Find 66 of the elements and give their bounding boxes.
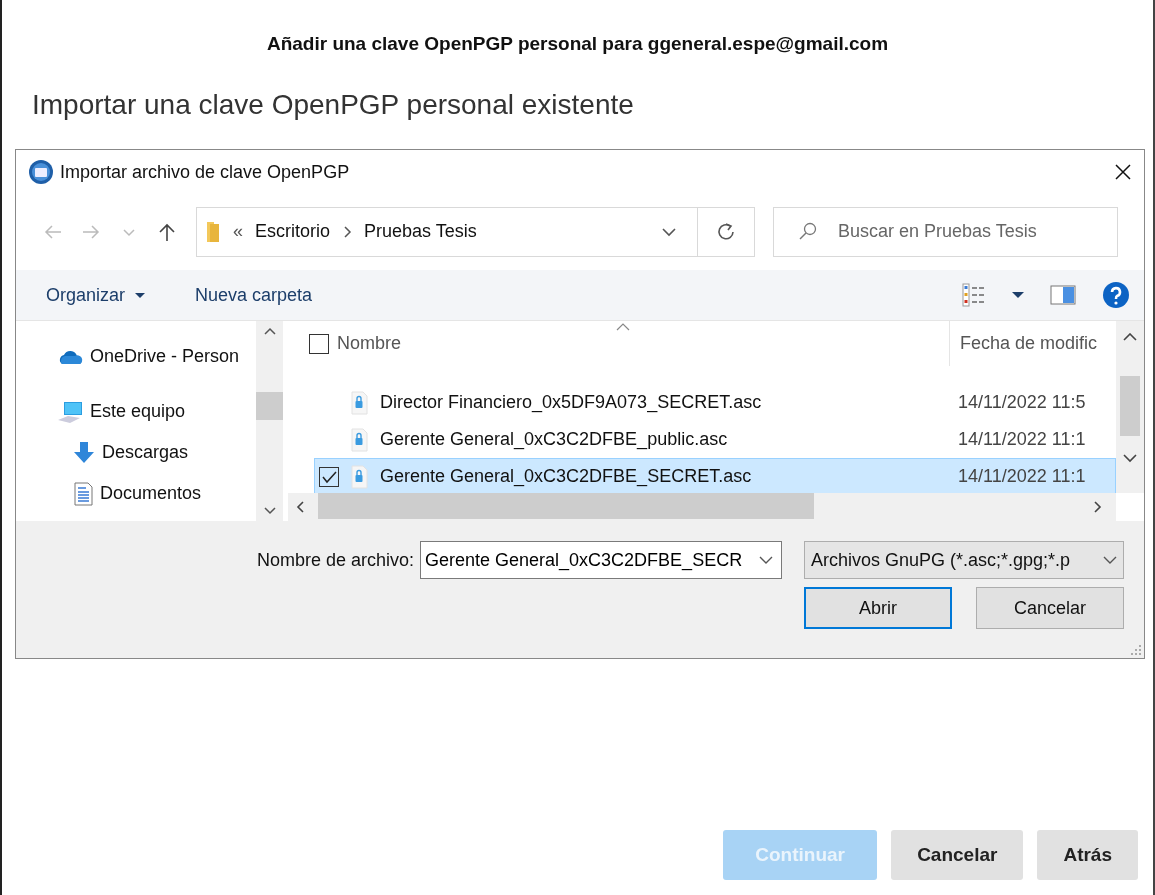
organize-menu[interactable]: Organizar: [46, 280, 126, 310]
key-file-icon: [351, 427, 368, 452]
sidebar-item[interactable]: Documentos: [100, 483, 202, 504]
document-icon: [72, 481, 94, 506]
scrollbar-thumb[interactable]: [318, 493, 814, 519]
column-header[interactable]: Nombre: [337, 333, 402, 354]
file-row[interactable]: Gerente General_0xC3C2DFBE_public.asc 14/11/2022 11:1: [314, 421, 1116, 458]
field-label: Nombre de archivo:: [256, 549, 414, 571]
app-logo-icon: [28, 159, 54, 185]
preview-pane-icon[interactable]: [1050, 285, 1076, 305]
breadcrumb-item[interactable]: Pruebas Tesis: [364, 221, 477, 242]
cancel-button[interactable]: Cancelar: [976, 587, 1124, 629]
file-row[interactable]: Gerente General_0xC3C2DFBE_SECRET.asc 14/11/2022 11:1: [314, 458, 1116, 493]
scroll-left-icon[interactable]: [296, 501, 305, 513]
dropdown-caret-icon[interactable]: [1012, 292, 1024, 298]
scrollbar-thumb[interactable]: [1120, 376, 1140, 436]
sidebar-item[interactable]: Este equipo: [90, 401, 186, 422]
window-title: Añadir una clave OpenPGP personal para ggeneral.espe@gmail.com: [265, 32, 890, 55]
chevron-right-icon: [342, 224, 353, 239]
scrollbar-thumb[interactable]: [256, 392, 283, 420]
view-list-icon[interactable]: [962, 283, 986, 307]
scroll-down-icon[interactable]: [1123, 454, 1137, 463]
scroll-right-icon[interactable]: [1093, 501, 1102, 513]
resize-grip-icon[interactable]: [1129, 645, 1141, 655]
scroll-down-icon[interactable]: [263, 506, 276, 515]
download-arrow-icon: [72, 440, 96, 465]
close-icon[interactable]: [1114, 163, 1132, 181]
dropdown-icon: [1103, 556, 1117, 564]
breadcrumb-item[interactable]: Escritorio: [255, 221, 331, 242]
scroll-up-icon[interactable]: [263, 327, 276, 336]
page-heading: Importar una clave OpenPGP personal existente: [32, 89, 635, 122]
dialog-title: Importar archivo de clave OpenPGP: [60, 161, 350, 183]
file-name-field[interactable]: Gerente General_0xC3C2DFBE_SECR: [420, 541, 782, 579]
new-folder-button[interactable]: Nueva carpeta: [195, 280, 313, 310]
column-header[interactable]: Fecha de modific: [960, 333, 1098, 354]
file-name-input[interactable]: Gerente General_0xC3C2DFBE_SECR: [425, 549, 750, 571]
file-date: 14/11/2022 11:1: [958, 429, 1086, 450]
dropdown-caret-icon[interactable]: [135, 292, 146, 298]
file-name: Gerente General_0xC3C2DFBE_public.asc: [380, 429, 728, 450]
up-arrow-icon[interactable]: [157, 221, 177, 242]
search-input[interactable]: Buscar en Pruebas Tesis: [836, 220, 1110, 243]
file-date: 14/11/2022 11:1: [958, 466, 1086, 487]
overflow-chevrons[interactable]: «: [233, 221, 243, 242]
key-file-icon: [351, 390, 368, 415]
back-button[interactable]: Atrás: [1037, 830, 1138, 880]
open-button[interactable]: Abrir: [804, 587, 952, 629]
search-field[interactable]: Buscar en Pruebas Tesis: [773, 206, 1118, 257]
refresh-icon[interactable]: [716, 221, 736, 242]
key-file-icon: [351, 464, 368, 489]
row-checkbox[interactable]: [319, 466, 339, 487]
cancel-button[interactable]: Cancelar: [891, 830, 1024, 880]
folder-icon: [205, 219, 221, 244]
computer-icon: [56, 399, 84, 424]
sidebar-item[interactable]: OneDrive - Person: [90, 346, 240, 367]
file-type-dropdown[interactable]: Archivos GnuPG (*.asc;*.gpg;*.p: [804, 541, 1124, 579]
help-icon[interactable]: [1102, 281, 1130, 309]
file-name: Director Financiero_0x5DF9A073_SECRET.asc: [380, 392, 762, 413]
scroll-up-icon[interactable]: [1123, 333, 1137, 342]
file-name: Gerente General_0xC3C2DFBE_SECRET.asc: [380, 466, 752, 487]
dropdown-icon[interactable]: [759, 556, 773, 564]
address-bar[interactable]: « Escritorio Pruebas Tesis: [196, 206, 755, 257]
file-row[interactable]: Director Financiero_0x5DF9A073_SECRET.asc 14/11/2022 11:5: [314, 384, 1116, 421]
sidebar-item[interactable]: Descargas: [102, 442, 189, 463]
search-icon: [798, 221, 818, 242]
select-all-checkbox[interactable]: [309, 333, 329, 354]
file-date: 14/11/2022 11:5: [958, 392, 1086, 413]
